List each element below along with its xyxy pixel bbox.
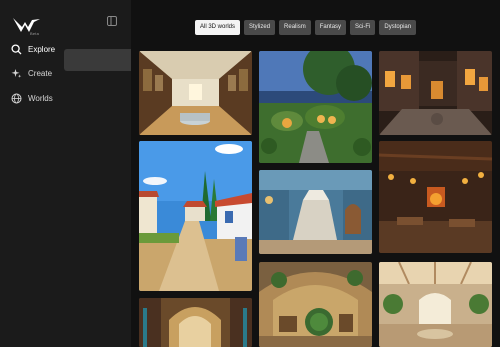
filter-chip-realism[interactable]: Realism bbox=[279, 20, 311, 35]
world-thumbnail bbox=[379, 51, 492, 135]
world-card-lantern-courtyard[interactable] bbox=[379, 51, 492, 135]
world-thumbnail bbox=[139, 51, 252, 135]
sidebar-toggle-icon[interactable] bbox=[107, 16, 117, 26]
world-thumbnail bbox=[379, 262, 492, 347]
world-thumbnail bbox=[139, 141, 252, 291]
world-card-museum-gallery[interactable] bbox=[139, 51, 252, 135]
sidebar-item-label: Worlds bbox=[28, 93, 53, 103]
globe-icon bbox=[11, 93, 22, 103]
world-thumbnail bbox=[379, 141, 492, 253]
sparkle-icon bbox=[11, 68, 22, 78]
beta-badge: Beta bbox=[30, 31, 40, 36]
sidebar: Beta Explore Create Worlds bbox=[0, 0, 132, 347]
world-card-sunlit-greenhouse[interactable] bbox=[379, 262, 492, 347]
filter-chip-sci-fi[interactable]: Sci-Fi bbox=[350, 20, 376, 35]
sidebar-item-label: Explore bbox=[28, 44, 56, 54]
world-thumbnail bbox=[259, 262, 372, 347]
world-card-ornate-hall[interactable] bbox=[139, 298, 252, 347]
world-thumbnail bbox=[139, 298, 252, 347]
filter-chip-stylized[interactable]: Stylized bbox=[244, 20, 276, 35]
world-card-hobbit-village[interactable] bbox=[259, 51, 372, 163]
filter-chip-all-3d-worlds[interactable]: All 3D worlds bbox=[195, 20, 241, 35]
world-thumbnail bbox=[259, 51, 372, 163]
sidebar-item-worlds[interactable]: Worlds bbox=[11, 90, 121, 106]
filter-chip-fantasy[interactable]: Fantasy bbox=[314, 20, 347, 35]
search-icon bbox=[11, 43, 22, 54]
world-card-hobbit-hole-interior[interactable] bbox=[259, 262, 372, 347]
hover-tooltip bbox=[64, 49, 132, 71]
world-card-cozy-tavern[interactable] bbox=[379, 141, 492, 253]
filter-bar: All 3D worlds Stylized Realism Fantasy S… bbox=[195, 20, 417, 35]
sidebar-item-label: Create bbox=[28, 68, 53, 78]
world-card-blue-stone-interior[interactable] bbox=[259, 170, 372, 254]
world-thumbnail bbox=[259, 170, 372, 254]
filter-chip-dystopian[interactable]: Dystopian bbox=[379, 20, 417, 35]
world-card-cartoon-village[interactable] bbox=[139, 141, 252, 291]
